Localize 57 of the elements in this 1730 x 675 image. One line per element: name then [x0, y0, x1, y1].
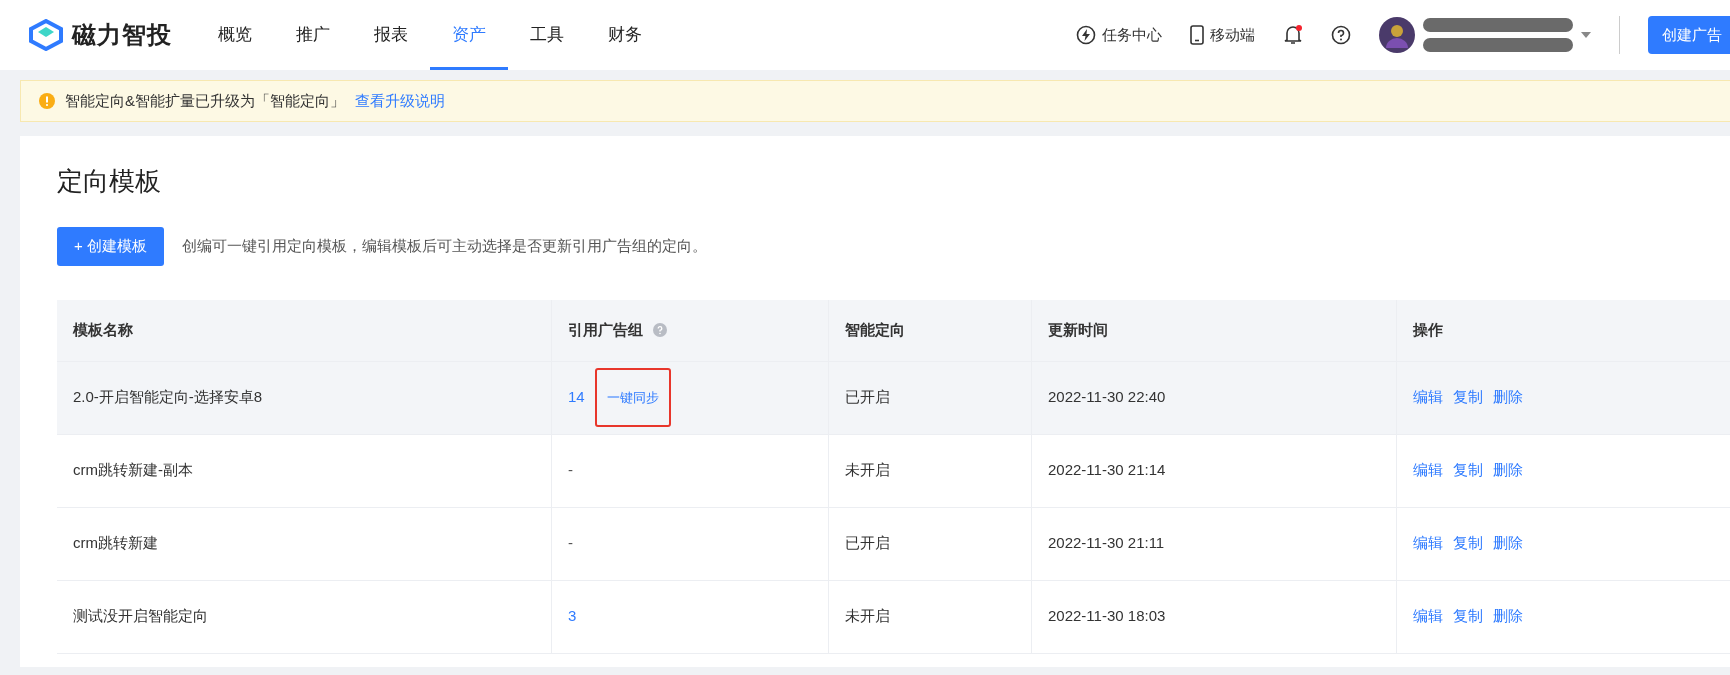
notification-bell-icon[interactable] — [1283, 24, 1303, 46]
nav-tab[interactable]: 财务 — [586, 0, 664, 70]
count-link[interactable]: 14 — [568, 386, 585, 409]
action-link[interactable]: 复制 — [1453, 532, 1483, 555]
action-link[interactable]: 编辑 — [1413, 459, 1443, 482]
column-header: 操作 — [1413, 319, 1443, 340]
column-header: 引用广告组 — [568, 319, 643, 340]
table-cell-text: 已开启 — [845, 387, 890, 408]
action-link[interactable]: 删除 — [1493, 386, 1523, 409]
caret-icon[interactable] — [1581, 32, 1591, 38]
table-cell-text: 未开启 — [845, 460, 890, 481]
table-cell-text: 2022-11-30 21:14 — [1048, 460, 1166, 481]
count-link[interactable]: 3 — [568, 605, 577, 628]
column-header: 智能定向 — [845, 319, 905, 340]
table-cell-text: 测试没开启智能定向 — [73, 606, 208, 627]
sync-link[interactable]: 一键同步 — [594, 367, 671, 428]
notice-message: 智能定向&智能扩量已升级为「智能定向」 — [65, 90, 345, 111]
table-cell-text: 未开启 — [845, 606, 890, 627]
create-ad-button[interactable]: 创建广告 — [1648, 15, 1730, 55]
table-cell-text: 2022-11-30 18:03 — [1048, 606, 1166, 627]
create-template-button[interactable]: + 创建模板 — [57, 227, 164, 266]
table-cell-text: - — [568, 460, 573, 481]
table-cell-text: - — [568, 533, 573, 554]
action-link[interactable]: 编辑 — [1413, 532, 1443, 555]
brand-name: 磁力智投 — [72, 20, 172, 50]
action-link[interactable]: 复制 — [1453, 386, 1483, 409]
help-icon[interactable] — [1331, 25, 1351, 45]
lightning-icon — [1076, 25, 1096, 45]
mobile-link[interactable]: 移动端 — [1190, 23, 1255, 47]
nav-tab[interactable]: 资产 — [430, 0, 508, 70]
nav-tab[interactable]: 工具 — [508, 0, 586, 70]
action-link[interactable]: 复制 — [1453, 605, 1483, 628]
nav-tab[interactable]: 报表 — [352, 0, 430, 70]
action-link[interactable]: 删除 — [1493, 605, 1523, 628]
column-header: 更新时间 — [1048, 319, 1108, 340]
table-cell-text: 2.0-开启智能定向-选择安卓8 — [73, 387, 263, 408]
nav-tab[interactable]: 推广 — [274, 0, 352, 70]
table-cell-text: 已开启 — [845, 533, 890, 554]
action-link[interactable]: 复制 — [1453, 459, 1483, 482]
warning-icon — [39, 93, 55, 109]
table-cell-text: crm跳转新建 — [73, 533, 158, 554]
hint-text: 创编可一键引用定向模板，编辑模板后可主动选择是否更新引用广告组的定向。 — [181, 236, 707, 257]
action-link[interactable]: 编辑 — [1413, 386, 1443, 409]
avatar[interactable] — [1379, 17, 1415, 53]
action-link[interactable]: 编辑 — [1413, 605, 1443, 628]
action-link[interactable]: 删除 — [1493, 532, 1523, 555]
logo-icon — [28, 19, 64, 51]
task-center-link[interactable]: 任务中心 — [1076, 23, 1162, 47]
page-title: 定向模板 — [57, 166, 162, 198]
table-cell-text: 2022-11-30 22:40 — [1048, 387, 1166, 408]
nav-tab[interactable]: 概览 — [196, 0, 274, 70]
table-cell-text: crm跳转新建-副本 — [73, 460, 193, 481]
phone-icon — [1190, 25, 1204, 45]
upgrade-info-link[interactable]: 查看升级说明 — [355, 89, 445, 113]
table-cell-text: 2022-11-30 21:11 — [1048, 533, 1165, 554]
column-header: 模板名称 — [73, 319, 133, 340]
action-link[interactable]: 删除 — [1493, 459, 1523, 482]
